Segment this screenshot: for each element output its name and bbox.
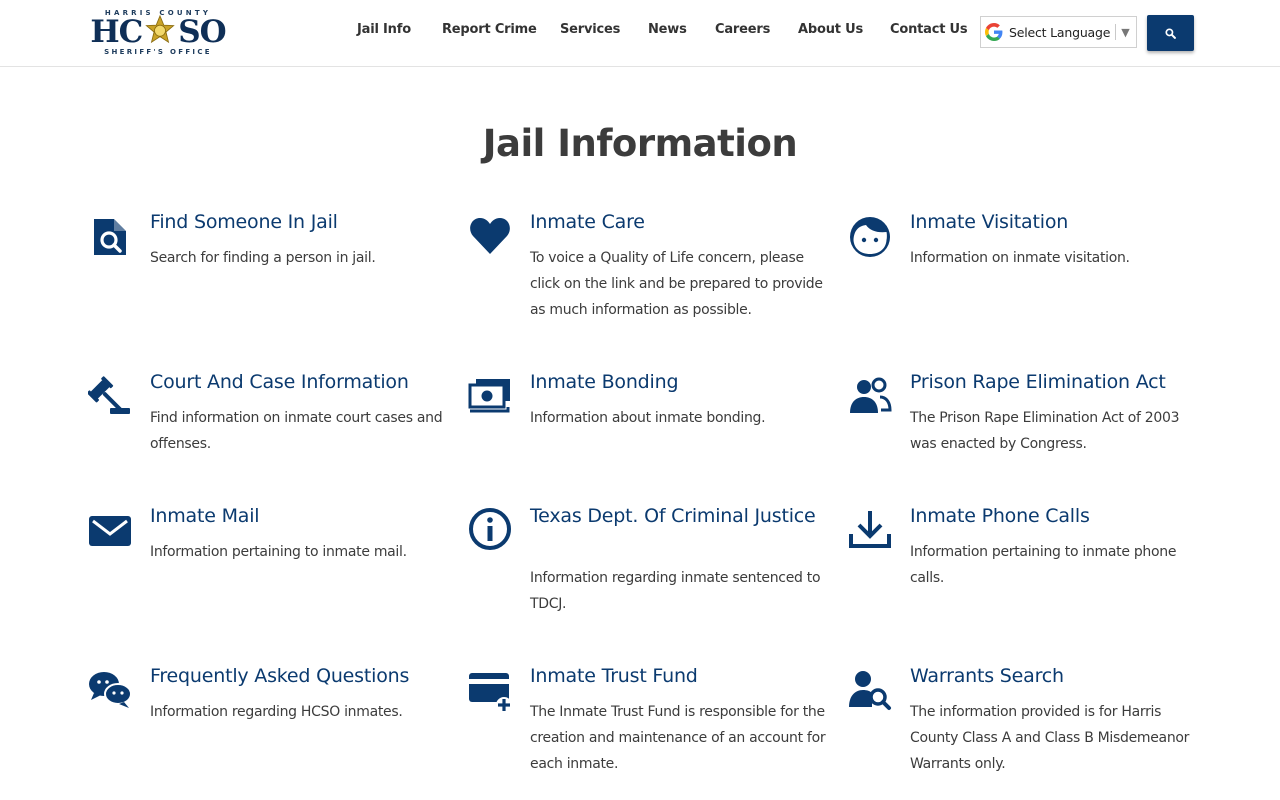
nav-contact-us[interactable]: Contact Us [890, 22, 968, 37]
heart-icon [470, 218, 510, 254]
search-icon [1165, 27, 1176, 39]
card-title[interactable]: Find Someone In Jail [150, 209, 450, 235]
nav-report-crime[interactable]: Report Crime [442, 22, 537, 37]
language-divider [1115, 24, 1117, 40]
logo-main-left: HC [90, 14, 143, 50]
card-description: Information about inmate bonding. [530, 410, 766, 426]
card-title[interactable]: Inmate Trust Fund [530, 663, 830, 689]
card-title[interactable]: Inmate Mail [150, 503, 450, 529]
logo-main-right: SO [178, 14, 226, 50]
card-title[interactable]: Inmate Care [530, 209, 830, 235]
nav-jail-info[interactable]: Jail Info [357, 22, 411, 37]
search-button[interactable] [1147, 15, 1194, 51]
file-search-icon [94, 219, 126, 255]
card-title[interactable]: Inmate Phone Calls [910, 503, 1210, 529]
language-label: Select Language [1009, 24, 1111, 40]
card-description: Information pertaining to inmate mail. [150, 544, 407, 560]
people-icon [850, 377, 892, 413]
card-title[interactable]: Frequently Asked Questions [150, 663, 450, 689]
card-description: Information pertaining to inmate phone c… [910, 544, 1177, 586]
page-title: Jail Information [482, 122, 798, 165]
money-icon [468, 379, 510, 413]
nav-services[interactable]: Services [560, 22, 620, 37]
nav-news[interactable]: News [648, 22, 687, 37]
card-description: Find information on inmate court cases a… [150, 410, 443, 452]
card-title[interactable]: Prison Rape Elimination Act [910, 369, 1210, 395]
sheriff-star-icon [145, 15, 175, 44]
chat-icon [89, 672, 132, 708]
gavel-icon [88, 376, 130, 414]
card-description: Information on inmate visitation. [910, 250, 1130, 266]
card-title[interactable]: Texas Dept. Of Criminal Justice [530, 503, 830, 529]
card-title[interactable]: Inmate Visitation [910, 209, 1210, 235]
person-search-icon [849, 671, 891, 710]
card-plus-icon [469, 673, 512, 711]
dropdown-caret-icon: ▼ [1121, 25, 1130, 39]
card-description: Information regarding inmate sentenced t… [530, 570, 821, 612]
hcso-logo[interactable]: HARRIS COUNTY HC SO SHERIFF'S OFFICE [88, 9, 228, 57]
card-title[interactable]: Warrants Search [910, 663, 1210, 689]
face-icon [850, 217, 890, 257]
card-description: To voice a Quality of Life concern, plea… [530, 250, 823, 318]
card-title[interactable]: Inmate Bonding [530, 369, 830, 395]
google-icon [985, 23, 1003, 41]
language-selector[interactable]: Select Language ▼ [980, 16, 1137, 48]
card-description: The Prison Rape Elimination Act of 2003 … [910, 410, 1180, 452]
card-description: The Inmate Trust Fund is responsible for… [530, 704, 826, 772]
nav-about-us[interactable]: About Us [798, 22, 863, 37]
info-icon [469, 508, 511, 550]
logo-wordmark: HC SO [88, 14, 228, 50]
card-description: Search for finding a person in jail. [150, 250, 376, 266]
mail-icon [89, 516, 131, 546]
card-description: Information regarding HCSO inmates. [150, 704, 403, 720]
card-description: The information provided is for Harris C… [910, 704, 1190, 772]
logo-bottom-text: SHERIFF'S OFFICE [104, 48, 212, 56]
download-icon [849, 511, 891, 548]
site-header: HARRIS COUNTY HC SO SHERIFF'S OFFICE Jai… [0, 0, 1280, 67]
nav-careers[interactable]: Careers [715, 22, 770, 37]
card-title[interactable]: Court And Case Information [150, 369, 450, 395]
